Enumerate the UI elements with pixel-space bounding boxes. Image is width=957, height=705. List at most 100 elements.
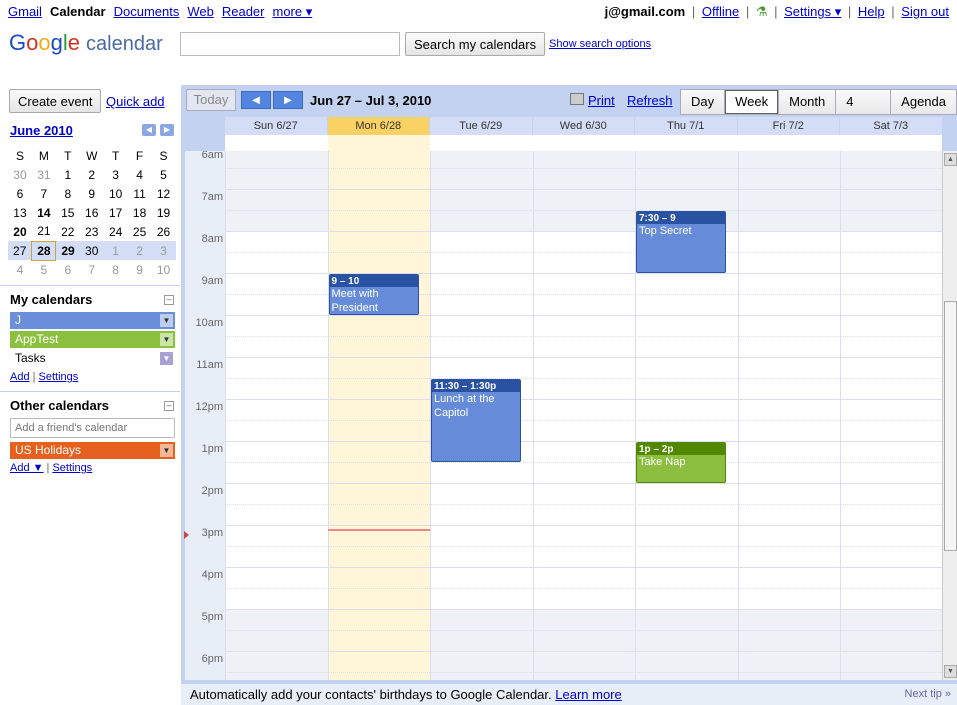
day-header[interactable]: Thu 7/1 — [635, 117, 737, 135]
nav-link-documents[interactable]: Documents — [114, 4, 180, 19]
mini-day[interactable]: 9 — [80, 184, 104, 203]
scroll-thumb[interactable] — [944, 301, 957, 551]
mini-day[interactable]: 25 — [128, 222, 152, 241]
add-other-calendar-link[interactable]: Add ▼ — [10, 462, 44, 474]
labs-flask-icon[interactable]: ⚗ — [756, 4, 768, 19]
show-search-options-link[interactable]: Show search options — [549, 38, 651, 50]
calendar-dropdown-icon[interactable]: ▼ — [160, 352, 173, 365]
create-event-button[interactable]: Create event — [9, 89, 102, 113]
mini-day[interactable]: 24 — [104, 222, 128, 241]
offline-link[interactable]: Offline — [702, 4, 739, 19]
next-tip-link[interactable]: Next tip » — [905, 684, 951, 705]
prev-week-button[interactable]: ◀ — [241, 91, 271, 109]
printer-icon[interactable] — [570, 93, 584, 105]
mini-day[interactable]: 22 — [56, 222, 80, 241]
learn-more-link[interactable]: Learn more — [555, 687, 621, 702]
calendar-event[interactable]: 1p – 2p Take Nap — [636, 442, 727, 483]
mini-day[interactable]: 12 — [152, 184, 176, 203]
mini-day[interactable]: 23 — [80, 222, 104, 241]
mini-day[interactable]: 29 — [55, 241, 80, 260]
sign-out-link[interactable]: Sign out — [901, 4, 949, 19]
calendar-event[interactable]: 7:30 – 9 Top Secret — [636, 211, 727, 273]
mini-day[interactable]: 2 — [80, 165, 104, 184]
mini-day[interactable]: 1 — [56, 165, 80, 184]
mini-day[interactable]: 17 — [104, 203, 128, 222]
other-calendars-title[interactable]: Other calendars — [10, 398, 109, 413]
mini-day[interactable]: 10 — [152, 260, 176, 279]
view-day-button[interactable]: Day — [680, 89, 726, 115]
mini-day[interactable]: 4 — [128, 165, 152, 184]
mini-day[interactable]: 18 — [128, 203, 152, 222]
mini-day[interactable]: 14 — [32, 203, 56, 222]
google-calendar-logo[interactable]: Google calendar — [9, 30, 163, 60]
mini-day[interactable]: 3 — [104, 165, 128, 184]
mini-day[interactable]: 3 — [151, 241, 176, 260]
my-calendars-settings-link[interactable]: Settings — [39, 371, 79, 383]
next-week-button[interactable]: ▶ — [273, 91, 303, 109]
scroll-up-icon[interactable]: ▲ — [944, 153, 957, 166]
settings-link[interactable]: Settings ▾ — [784, 4, 841, 19]
calendar-dropdown-icon[interactable]: ▼ — [160, 333, 173, 346]
mini-day[interactable]: 2 — [127, 241, 152, 260]
mini-day[interactable]: 16 — [80, 203, 104, 222]
view-agenda-button[interactable]: Agenda — [890, 89, 957, 115]
mini-day[interactable]: 6 — [56, 260, 80, 279]
mini-day[interactable]: 8 — [56, 184, 80, 203]
mini-day[interactable]: 5 — [152, 165, 176, 184]
other-calendars-settings-link[interactable]: Settings — [52, 462, 92, 474]
calendar-item-apptest[interactable]: AppTest ▼ — [10, 331, 175, 348]
calendar-dropdown-icon[interactable]: ▼ — [160, 314, 173, 327]
mini-day[interactable]: 30 — [8, 165, 32, 184]
nav-link-reader[interactable]: Reader — [222, 4, 265, 19]
mini-day[interactable]: 10 — [104, 184, 128, 203]
mini-day[interactable]: 28 — [31, 240, 57, 261]
mini-next-month-icon[interactable]: ▶ — [160, 124, 174, 136]
search-input[interactable] — [180, 32, 400, 56]
my-calendars-collapse-icon[interactable]: – — [164, 295, 174, 305]
nav-link-gmail[interactable]: Gmail — [8, 4, 42, 19]
mini-calendar-title[interactable]: June 2010 — [10, 123, 73, 138]
mini-day[interactable]: 13 — [8, 203, 32, 222]
day-header[interactable]: Wed 6/30 — [532, 117, 634, 135]
mini-day[interactable]: 6 — [8, 184, 32, 203]
day-header[interactable]: Sat 7/3 — [840, 117, 942, 135]
mini-day[interactable]: 9 — [128, 260, 152, 279]
view-4days-button[interactable]: 4 Days — [835, 89, 892, 133]
mini-day[interactable]: 7 — [32, 184, 56, 203]
view-month-button[interactable]: Month — [778, 89, 837, 115]
nav-link-web[interactable]: Web — [187, 4, 214, 19]
mini-day[interactable]: 20 — [8, 222, 32, 241]
nav-link-more[interactable]: more ▾ — [272, 4, 312, 19]
mini-day[interactable]: 7 — [80, 260, 104, 279]
day-header[interactable]: Fri 7/2 — [737, 117, 839, 135]
calendar-event[interactable]: 9 – 10 Meet with President — [328, 274, 419, 315]
mini-prev-month-icon[interactable]: ◀ — [142, 124, 156, 136]
day-header[interactable]: Sun 6/27 — [225, 117, 327, 135]
calendar-event[interactable]: 11:30 – 1:30p Lunch at the Capitol — [431, 379, 522, 462]
mini-day[interactable]: 4 — [8, 260, 32, 279]
mini-day[interactable]: 15 — [56, 203, 80, 222]
my-calendars-title[interactable]: My calendars — [10, 292, 92, 307]
mini-day[interactable]: 8 — [104, 260, 128, 279]
calendar-item-tasks[interactable]: Tasks ▼ — [10, 350, 175, 367]
mini-day[interactable]: 27 — [8, 241, 32, 260]
print-link[interactable]: Print — [588, 93, 615, 108]
week-grid[interactable]: 6am 7am 8am 9am 10am 11am 12pm 1pm 2pm 3pm 4pm 5pm 6… — [185, 151, 942, 680]
quick-add-link[interactable]: Quick add — [106, 94, 165, 109]
other-calendars-collapse-icon[interactable]: – — [164, 401, 174, 411]
scroll-down-icon[interactable]: ▼ — [944, 665, 957, 678]
add-calendar-link[interactable]: Add — [10, 371, 30, 383]
mini-day[interactable]: 19 — [152, 203, 176, 222]
calendar-item-j[interactable]: J ▼ — [10, 312, 175, 329]
mini-day[interactable]: 21 — [32, 222, 56, 241]
today-button[interactable]: Today — [186, 89, 236, 111]
refresh-link[interactable]: Refresh — [627, 93, 673, 108]
mini-day[interactable]: 1 — [103, 241, 128, 260]
search-calendars-button[interactable]: Search my calendars — [405, 32, 546, 56]
view-week-button[interactable]: Week — [724, 89, 780, 115]
mini-day[interactable]: 5 — [32, 260, 56, 279]
help-link[interactable]: Help — [858, 4, 885, 19]
add-friend-calendar-input[interactable] — [10, 418, 175, 438]
day-header[interactable]: Tue 6/29 — [430, 117, 532, 135]
mini-day[interactable]: 11 — [128, 184, 152, 203]
